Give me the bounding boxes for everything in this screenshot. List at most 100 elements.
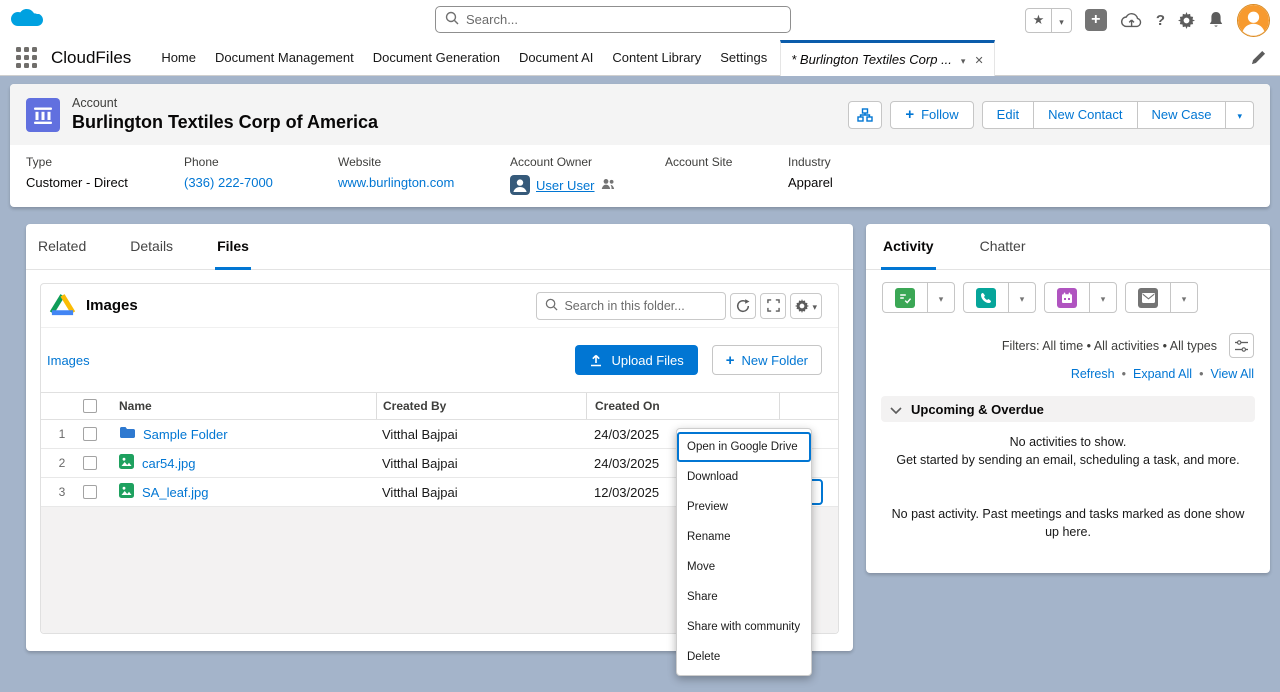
view-all-link[interactable]: View All bbox=[1210, 367, 1254, 381]
account-hierarchy-button[interactable] bbox=[848, 101, 882, 129]
file-name-link[interactable]: SA_leaf.jpg bbox=[142, 485, 209, 500]
website-link[interactable]: www.burlington.com bbox=[338, 175, 454, 190]
column-name[interactable]: Name bbox=[116, 393, 376, 419]
tab-related[interactable]: Related bbox=[36, 224, 88, 270]
user-avatar[interactable] bbox=[1237, 4, 1270, 37]
nav-item-content-library[interactable]: Content Library bbox=[612, 50, 701, 65]
follow-label: Follow bbox=[921, 107, 959, 122]
chevron-down-icon bbox=[812, 298, 817, 313]
file-name-link[interactable]: car54.jpg bbox=[142, 456, 195, 471]
select-all-checkbox[interactable] bbox=[83, 399, 97, 413]
row-checkbox[interactable] bbox=[83, 485, 97, 499]
nav-item-settings[interactable]: Settings bbox=[720, 50, 767, 65]
past-activity-message: No past activity. Past meetings and task… bbox=[884, 505, 1252, 541]
field-account-site: Account Site bbox=[665, 155, 788, 195]
upcoming-overdue-section[interactable]: Upcoming & Overdue bbox=[881, 396, 1255, 422]
notifications-button[interactable] bbox=[1208, 11, 1224, 29]
breadcrumb[interactable]: Images bbox=[47, 353, 90, 368]
file-name-link[interactable]: Sample Folder bbox=[143, 427, 228, 442]
file-context-menu: Open in Google Drive Download Preview Re… bbox=[676, 428, 812, 676]
new-event-button[interactable] bbox=[1044, 282, 1090, 313]
tab-close-icon[interactable] bbox=[974, 52, 983, 67]
follow-button[interactable]: Follow bbox=[890, 101, 973, 129]
cloud-upload-button[interactable] bbox=[1120, 12, 1143, 29]
tab-dropdown-icon[interactable] bbox=[961, 52, 966, 67]
email-button[interactable] bbox=[1125, 282, 1171, 313]
field-industry: Industry Apparel bbox=[788, 155, 833, 195]
new-task-dropdown[interactable] bbox=[927, 282, 955, 313]
tab-files[interactable]: Files bbox=[215, 224, 251, 270]
folder-settings-button[interactable] bbox=[790, 293, 822, 319]
global-search[interactable] bbox=[435, 6, 791, 33]
files-toolbar-buttons: Upload Files New Folder bbox=[575, 345, 823, 375]
row-checkbox[interactable] bbox=[83, 456, 97, 470]
menu-item-delete[interactable]: Delete bbox=[677, 642, 811, 672]
new-case-button[interactable]: New Case bbox=[1137, 101, 1227, 129]
google-drive-icon bbox=[49, 292, 76, 319]
chevron-down-icon bbox=[1237, 107, 1242, 122]
setup-button[interactable] bbox=[1178, 12, 1195, 29]
calendar-icon bbox=[1057, 288, 1077, 308]
favorites-dropdown-button[interactable] bbox=[1051, 9, 1071, 32]
refresh-link[interactable]: Refresh bbox=[1071, 367, 1115, 381]
nav-item-document-ai[interactable]: Document AI bbox=[519, 50, 593, 65]
tab-chatter[interactable]: Chatter bbox=[978, 224, 1028, 270]
email-dropdown[interactable] bbox=[1170, 282, 1198, 313]
refresh-button[interactable] bbox=[730, 293, 756, 319]
folder-search-input[interactable] bbox=[564, 299, 717, 313]
favorites-star-button[interactable] bbox=[1026, 9, 1052, 32]
edit-nav-button[interactable] bbox=[1251, 50, 1266, 65]
new-folder-button[interactable]: New Folder bbox=[712, 345, 822, 375]
new-event-dropdown[interactable] bbox=[1089, 282, 1117, 313]
new-contact-button[interactable]: New Contact bbox=[1033, 101, 1137, 129]
chevron-down-icon bbox=[1059, 13, 1064, 28]
global-header: + ? bbox=[0, 0, 1280, 40]
cloud-upload-icon bbox=[1120, 12, 1143, 29]
email-group bbox=[1125, 282, 1198, 313]
menu-item-rename[interactable]: Rename bbox=[677, 522, 811, 552]
column-created-by[interactable]: Created By bbox=[376, 393, 586, 419]
pencil-icon bbox=[1251, 50, 1266, 65]
owner-link[interactable]: User User bbox=[536, 178, 595, 193]
app-launcher-button[interactable] bbox=[16, 47, 37, 68]
expand-all-link[interactable]: Expand All bbox=[1133, 367, 1192, 381]
row-checkbox[interactable] bbox=[83, 427, 97, 441]
menu-item-download[interactable]: Download bbox=[677, 462, 811, 492]
more-actions-button[interactable] bbox=[1225, 101, 1254, 129]
salesforce-cloud-logo bbox=[10, 7, 48, 36]
expand-button[interactable] bbox=[760, 293, 786, 319]
account-title-block: Account Burlington Textiles Corp of Amer… bbox=[72, 96, 378, 133]
new-task-button[interactable] bbox=[882, 282, 928, 313]
nav-item-document-generation[interactable]: Document Generation bbox=[373, 50, 500, 65]
tab-activity[interactable]: Activity bbox=[881, 224, 936, 270]
nav-items: Home Document Management Document Genera… bbox=[161, 50, 767, 65]
upload-files-button[interactable]: Upload Files bbox=[575, 345, 698, 375]
tab-details[interactable]: Details bbox=[128, 224, 175, 270]
log-call-dropdown[interactable] bbox=[1008, 282, 1036, 313]
help-button[interactable]: ? bbox=[1156, 12, 1165, 29]
plus-icon bbox=[726, 352, 735, 369]
log-call-button[interactable] bbox=[963, 282, 1009, 313]
nav-item-home[interactable]: Home bbox=[161, 50, 196, 65]
global-search-input[interactable] bbox=[466, 12, 781, 27]
filter-icon bbox=[1235, 340, 1248, 352]
new-task-group bbox=[882, 282, 955, 313]
folder-search[interactable] bbox=[536, 292, 726, 320]
waffle-icon bbox=[16, 47, 37, 68]
menu-item-share-with-community[interactable]: Share with community bbox=[677, 612, 811, 642]
menu-item-open-in-google-drive[interactable]: Open in Google Drive bbox=[677, 432, 811, 462]
phone-link[interactable]: (336) 222-7000 bbox=[184, 175, 273, 190]
menu-item-move[interactable]: Move bbox=[677, 552, 811, 582]
add-button[interactable]: + bbox=[1085, 9, 1107, 31]
menu-item-share[interactable]: Share bbox=[677, 582, 811, 612]
change-owner-icon[interactable] bbox=[601, 178, 615, 193]
filter-settings-button[interactable] bbox=[1229, 333, 1254, 358]
account-detail-fields: Type Customer - Direct Phone (336) 222-7… bbox=[10, 145, 1270, 195]
filters-summary[interactable]: Filters: All time • All activities • All… bbox=[1002, 339, 1217, 353]
nav-item-document-management[interactable]: Document Management bbox=[215, 50, 354, 65]
column-created-on[interactable]: Created On bbox=[586, 393, 779, 419]
record-tab-burlington[interactable]: * Burlington Textiles Corp ... bbox=[780, 40, 994, 76]
edit-button[interactable]: Edit bbox=[982, 101, 1034, 129]
menu-item-preview[interactable]: Preview bbox=[677, 492, 811, 522]
app-name[interactable]: CloudFiles bbox=[51, 48, 131, 68]
